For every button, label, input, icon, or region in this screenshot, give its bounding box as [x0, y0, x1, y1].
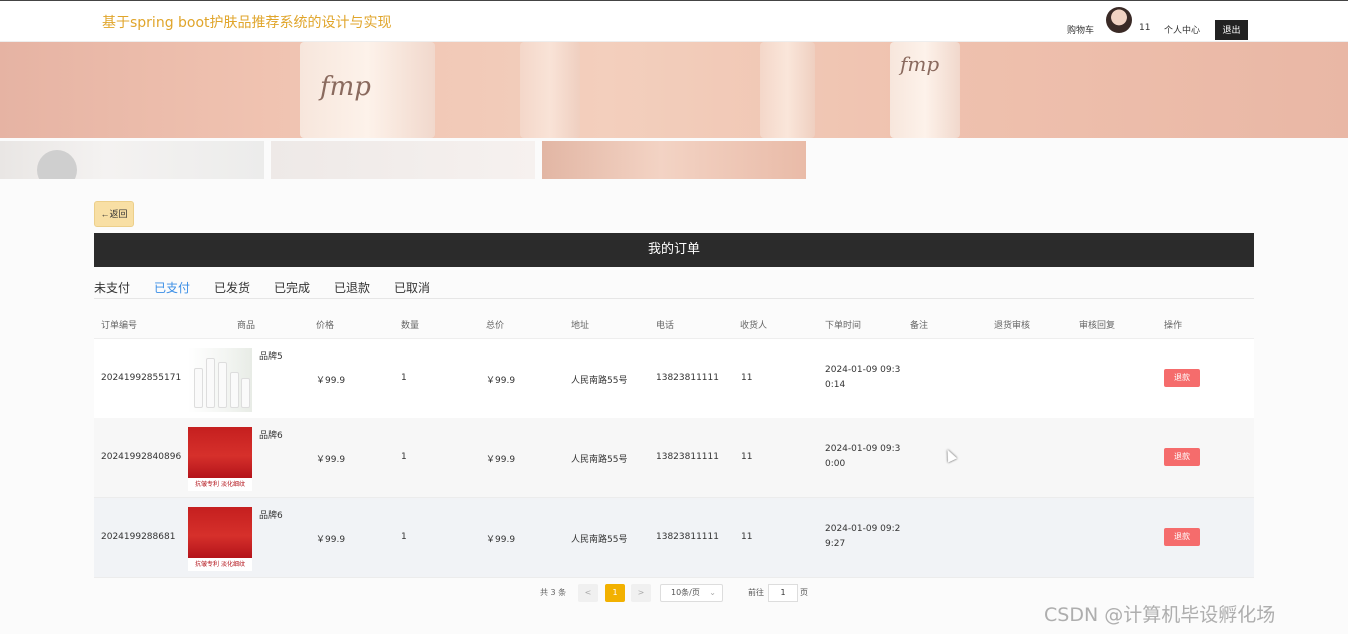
- column-header-address: 地址: [571, 321, 590, 331]
- order-time-cont: 0:00: [825, 459, 846, 469]
- orders-title: 我的订单: [94, 233, 1254, 267]
- chevron-down-icon: ⌄: [709, 588, 716, 597]
- page-size-value: 10条/页: [671, 588, 700, 597]
- refund-button[interactable]: 退款: [1164, 369, 1200, 387]
- back-button[interactable]: ←返回: [94, 201, 134, 227]
- goto-label: 前往: [748, 588, 764, 597]
- tabs-divider: [94, 298, 1254, 299]
- product-image-caption: 抗皱专利 淡化细纹: [188, 478, 252, 491]
- order-number: 2024199288681: [101, 532, 176, 542]
- total-price: ￥99.9: [486, 535, 516, 545]
- phone: 13823811111: [656, 452, 719, 462]
- phone: 13823811111: [656, 532, 719, 542]
- column-header-price: 价格: [316, 321, 335, 331]
- quantity: 1: [401, 532, 407, 542]
- order-number: 20241992840896: [101, 452, 182, 462]
- price: ￥99.9: [316, 455, 346, 465]
- product-image: 抗皱专利 淡化细纹: [188, 507, 252, 571]
- goto-page-input[interactable]: 1: [768, 584, 798, 602]
- refund-button[interactable]: 退款: [1164, 448, 1200, 466]
- phone: 13823811111: [656, 373, 719, 383]
- prev-page-button[interactable]: <: [578, 584, 598, 602]
- column-header-return-review: 退货审核: [994, 321, 1031, 331]
- site-title[interactable]: 基于spring boot护肤品推荐系统的设计与实现: [102, 12, 392, 32]
- brand-logo: fmp: [900, 52, 940, 76]
- total-price: ￥99.9: [486, 376, 516, 386]
- pagination-total: 共 3 条: [540, 588, 567, 597]
- watermark: CSDN @计算机毕设孵化场: [1044, 604, 1276, 626]
- top-nav-bar: 基于spring boot护肤品推荐系统的设计与实现 购物车 11 个人中心 退…: [0, 0, 1348, 42]
- column-header-note: 备注: [910, 321, 929, 331]
- column-header-receiver: 收货人: [740, 321, 768, 331]
- column-header-order-no: 订单编号: [101, 321, 138, 331]
- page-unit-label: 页: [800, 588, 808, 597]
- tab-cancelled[interactable]: 已取消: [394, 279, 430, 299]
- order-time-cont: 0:14: [825, 380, 846, 390]
- user-avatar[interactable]: [1106, 7, 1132, 33]
- receiver: 11: [741, 452, 753, 462]
- product-name: 品牌6: [259, 431, 283, 441]
- column-header-total: 总价: [486, 321, 505, 331]
- total-price: ￥99.9: [486, 455, 516, 465]
- product-image: [188, 348, 252, 412]
- refund-button[interactable]: 退款: [1164, 528, 1200, 546]
- cart-link[interactable]: 购物车: [1067, 23, 1094, 36]
- carousel-thumbnail-2[interactable]: [271, 141, 535, 179]
- address: 人民南路55号: [571, 455, 628, 465]
- order-status-tabs: 未支付 已支付 已发货 已完成 已退款 已取消: [94, 279, 1254, 299]
- receiver: 11: [741, 373, 753, 383]
- tab-completed[interactable]: 已完成: [274, 279, 310, 299]
- hero-banner: fmp fmp: [0, 42, 1348, 138]
- table-row: 20241992840896 抗皱专利 淡化细纹 品牌6 ￥99.9 1 ￥99…: [94, 418, 1254, 498]
- product-bottle-image: fmp: [890, 42, 960, 138]
- column-header-order-time: 下单时间: [825, 321, 862, 331]
- order-time: 2024-01-09 09:2: [825, 524, 901, 534]
- product-image: 抗皱专利 淡化细纹: [188, 427, 252, 491]
- product-name: 品牌6: [259, 511, 283, 521]
- column-header-action: 操作: [1164, 321, 1183, 331]
- order-time: 2024-01-09 09:3: [825, 365, 901, 375]
- tab-refunded[interactable]: 已退款: [334, 279, 370, 299]
- username-label: 11: [1139, 23, 1151, 33]
- product-bottle-image: [520, 42, 580, 138]
- order-number: 20241992855171: [101, 373, 182, 383]
- address: 人民南路55号: [571, 535, 628, 545]
- quantity: 1: [401, 373, 407, 383]
- page-size-select[interactable]: 10条/页 ⌄: [660, 584, 723, 602]
- product-bottle-image: [760, 42, 815, 138]
- column-header-review-reply: 审核回复: [1079, 321, 1116, 331]
- product-name: 品牌5: [259, 352, 283, 362]
- order-time: 2024-01-09 09:3: [825, 444, 901, 454]
- column-header-phone: 电话: [656, 321, 675, 331]
- quantity: 1: [401, 452, 407, 462]
- price: ￥99.9: [316, 535, 346, 545]
- page-number-current[interactable]: 1: [605, 584, 625, 602]
- brand-logo: fmp: [320, 72, 371, 102]
- tab-shipped[interactable]: 已发货: [214, 279, 250, 299]
- tab-unpaid[interactable]: 未支付: [94, 279, 130, 299]
- address: 人民南路55号: [571, 376, 628, 386]
- logout-button[interactable]: 退出: [1215, 20, 1248, 40]
- order-time-cont: 9:27: [825, 539, 846, 549]
- column-header-quantity: 数量: [401, 321, 420, 331]
- price: ￥99.9: [316, 376, 346, 386]
- next-page-button[interactable]: >: [631, 584, 651, 602]
- table-row: 20241992855171 品牌5 ￥99.9 1 ￥99.9 人民南路55号…: [94, 339, 1254, 419]
- receiver: 11: [741, 532, 753, 542]
- user-center-link[interactable]: 个人中心: [1164, 23, 1200, 36]
- tab-paid[interactable]: 已支付: [154, 279, 191, 299]
- column-header-product: 商品: [237, 321, 256, 331]
- product-image-caption: 抗皱专利 淡化细纹: [188, 558, 252, 571]
- product-bottle-image: fmp: [300, 42, 435, 138]
- carousel-thumbnail-3[interactable]: [542, 141, 806, 179]
- carousel-thumbnail-1[interactable]: [0, 141, 264, 179]
- table-row: 2024199288681 抗皱专利 淡化细纹 品牌6 ￥99.9 1 ￥99.…: [94, 498, 1254, 578]
